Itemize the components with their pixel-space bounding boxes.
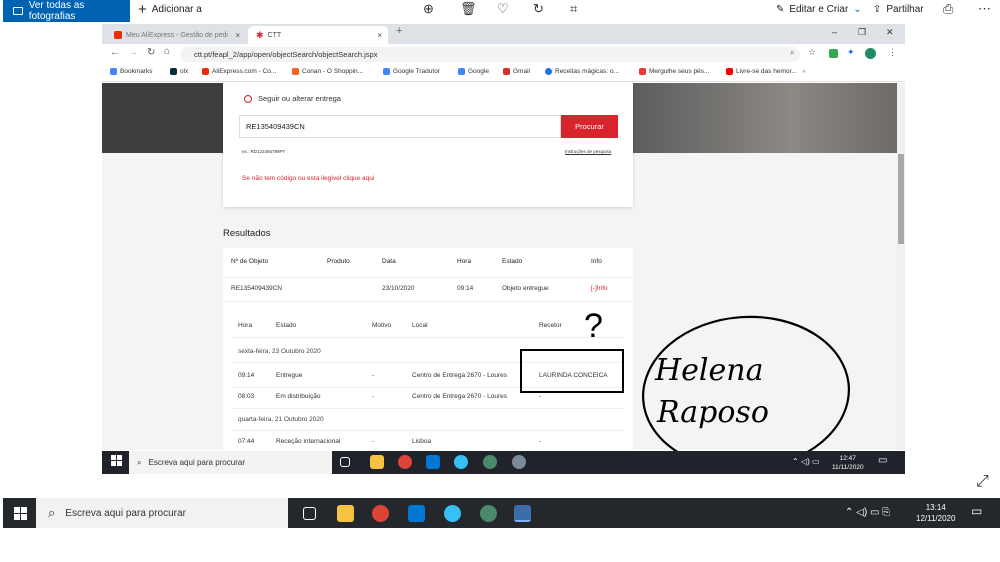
zoom-icon[interactable]: ⊕ <box>423 1 434 17</box>
taskbar: ⌕ Escreva aqui para procurar ⌃ ◁) ▭ ⎘ 13… <box>3 498 1000 528</box>
question-mark: ? <box>584 307 603 345</box>
search-icon: ⌕ <box>137 457 142 467</box>
file-explorer-icon[interactable] <box>337 505 354 522</box>
handwriting-line-2: Raposo <box>656 395 769 430</box>
taskbar-time: 13:14 <box>925 503 946 512</box>
share-label: Partilhar <box>886 3 924 15</box>
see-all-label: Ver todas as fotografias <box>28 0 85 22</box>
add-to-button[interactable]: + Adicionar a <box>138 0 202 18</box>
edge-icon[interactable] <box>454 455 468 469</box>
edge-icon[interactable] <box>444 505 461 522</box>
store-icon[interactable] <box>408 505 425 522</box>
notifications-icon[interactable]: ▭ <box>971 505 982 517</box>
tray-icons[interactable]: ⌃ ◁) ▭ <box>792 457 820 466</box>
signature-circle <box>642 315 850 471</box>
edit-create-button[interactable]: ✎ Editar e Criar ⌄ <box>776 0 862 18</box>
handwritten-annotation: ? Helena Raposo <box>520 307 850 471</box>
taskbar-search[interactable]: ⌕ Escreva aqui para procurar <box>36 498 288 528</box>
taskbar-date: 12/11/2020 <box>916 514 956 523</box>
see-all-photos-button[interactable]: Ver todas as fotografias <box>3 0 130 22</box>
photos-toolbar: Ver todas as fotografias + Adicionar a ⊕… <box>0 0 1000 22</box>
tray-icons[interactable]: ⌃ ◁) ▭ ⎘ <box>845 507 890 518</box>
delete-icon[interactable]: 🗑 <box>460 1 477 17</box>
edit-create-label: Editar e Criar <box>789 3 849 15</box>
handwriting-line-1: Helena <box>654 353 763 388</box>
print-icon[interactable]: ⎙ <box>943 1 953 17</box>
store-icon[interactable] <box>426 455 440 469</box>
plus-icon: + <box>138 0 147 18</box>
rotate-icon[interactable]: ↻ <box>533 1 544 17</box>
add-to-label: Adicionar a <box>151 3 202 15</box>
inner-date: 11/11/2020 <box>832 464 864 471</box>
crop-icon[interactable]: ⌗ <box>570 1 577 17</box>
photos-app-icon[interactable] <box>514 505 531 522</box>
inner-clock[interactable]: 12:47 11/11/2020 <box>832 454 864 472</box>
file-explorer-icon[interactable] <box>370 455 384 469</box>
chrome-profile-icon[interactable] <box>480 505 497 522</box>
task-view-icon[interactable] <box>303 507 316 520</box>
more-icon[interactable]: ⋯ <box>978 1 991 17</box>
photos-icon <box>13 7 23 15</box>
inner-time: 12:47 <box>839 455 856 462</box>
screenshot-image: Meu AliExpress - Gestão de pedi × ✱ CTT … <box>102 24 905 474</box>
task-view-icon[interactable] <box>340 457 350 467</box>
chevron-down-icon: ⌄ <box>853 3 862 15</box>
expand-icon[interactable]: ⤢ <box>976 473 989 491</box>
notifications-icon[interactable]: ▭ <box>878 456 887 466</box>
windows-start-icon[interactable] <box>14 507 27 520</box>
clock[interactable]: 13:14 12/11/2020 <box>916 502 955 524</box>
inner-taskbar-search[interactable]: ⌕ Escreva aqui para procurar <box>129 451 332 474</box>
taskbar-search-text: Escreva aqui para procurar <box>65 507 186 519</box>
snipping-icon[interactable] <box>512 455 526 469</box>
receiver-highlight-box <box>520 349 624 393</box>
search-icon: ⌕ <box>48 505 56 520</box>
chrome-icon[interactable] <box>372 505 389 522</box>
edit-icon: ✎ <box>776 3 785 15</box>
chrome-profile-icon[interactable] <box>483 455 497 469</box>
inner-search-text: Escreva aqui para procurar <box>148 458 245 467</box>
share-icon: ⇪ <box>873 3 882 15</box>
chrome-icon[interactable] <box>398 455 412 469</box>
windows-start-icon[interactable] <box>111 455 122 466</box>
inner-taskbar: ⌕ Escreva aqui para procurar ⌃ ◁) ▭ 12:4… <box>102 451 905 474</box>
share-button[interactable]: ⇪ Partilhar <box>873 0 924 18</box>
favorite-icon[interactable]: ♡ <box>497 1 509 17</box>
